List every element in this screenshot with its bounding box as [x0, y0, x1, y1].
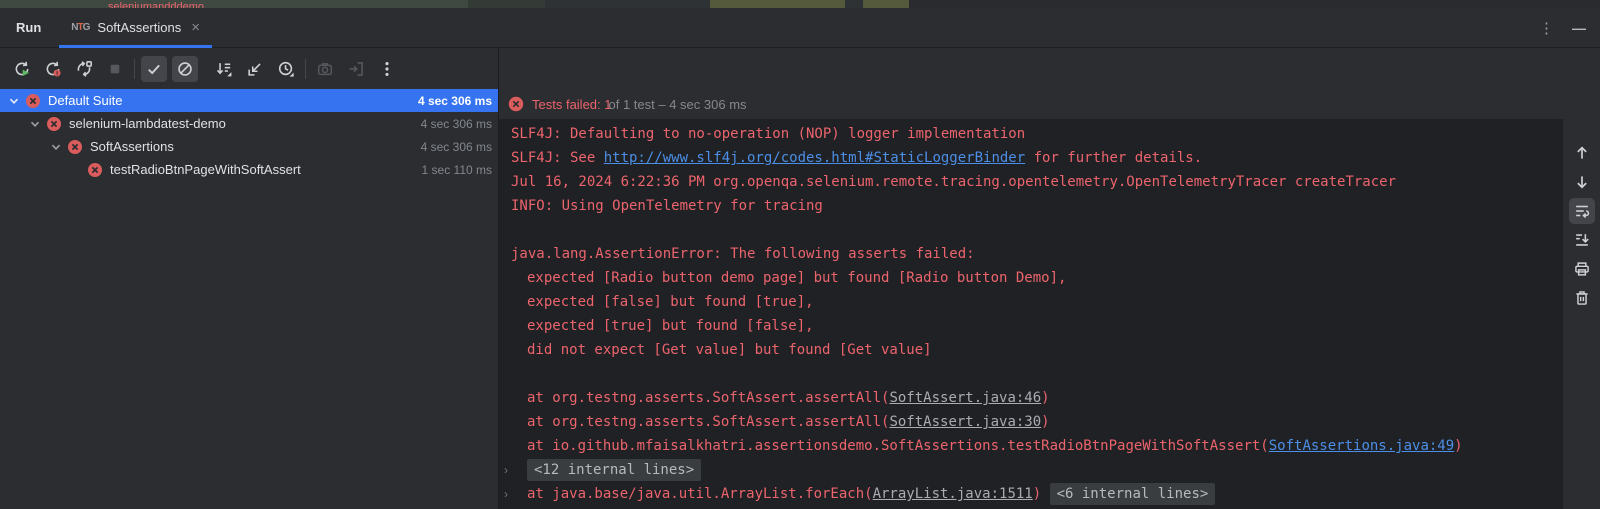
chevron-down-icon[interactable] — [6, 93, 22, 109]
chevron-down-icon[interactable] — [48, 139, 64, 155]
tree-row-label: selenium-lambdatest-demo — [69, 116, 226, 131]
more-actions-button[interactable] — [374, 56, 400, 82]
test-tree-panel: Default Suite 4 sec 306 ms selenium-lamb… — [0, 48, 499, 509]
console-line: expected [false] but found [true], — [527, 294, 814, 310]
stack-frame-link[interactable]: SoftAssert.java:46 — [889, 390, 1041, 406]
scroll-down-button[interactable] — [1569, 169, 1595, 195]
toolbar-separator — [305, 58, 306, 79]
tree-row-duration: 1 sec 110 ms — [421, 162, 492, 177]
tree-row-duration: 4 sec 306 ms — [420, 116, 492, 131]
stack-frame-link[interactable]: ArrayList.java:1511 — [873, 486, 1033, 502]
editor-top-sliver: seleniumandddemo — [0, 0, 1600, 8]
console-panel: Tests failed: 1 of 1 test – 4 sec 306 ms… — [499, 48, 1563, 509]
import-test-results-button[interactable] — [242, 56, 268, 82]
test-failed-icon — [67, 139, 83, 155]
stack-frame-link[interactable]: SoftAssertions.java:49 — [1269, 438, 1454, 454]
stop-button — [102, 56, 128, 82]
tree-row-selenium-lambdatest-demo[interactable]: selenium-lambdatest-demo 4 sec 306 ms — [0, 112, 498, 135]
screenshot-button — [312, 56, 338, 82]
clear-console-button[interactable] — [1569, 285, 1595, 311]
console-line: SLF4J: See http://www.slf4j.org/codes.ht… — [511, 150, 1203, 166]
tab-label: SoftAssertions — [97, 20, 182, 35]
fold-chevron-icon[interactable]: › — [504, 458, 508, 482]
console-line: › <12 internal lines> — [499, 458, 1563, 482]
tests-failed-icon — [508, 96, 524, 112]
soft-wrap-toggle[interactable] — [1568, 198, 1595, 224]
console-output[interactable]: SLF4J: Defaulting to no-operation (NOP) … — [499, 119, 1563, 509]
test-history-button[interactable] — [273, 56, 299, 82]
tree-row-label: testRadioBtnPageWithSoftAssert — [110, 162, 301, 177]
tests-summary: of 1 test – 4 sec 306 ms — [608, 96, 747, 112]
fold-chevron-icon[interactable]: › — [504, 482, 508, 506]
console-line: java.lang.AssertionError: The following … — [511, 246, 975, 262]
tests-failed-count: Tests failed: 1 — [532, 96, 612, 112]
rerun-button[interactable] — [9, 56, 35, 82]
testng-icon: NTG — [71, 22, 90, 33]
tree-row-duration: 4 sec 306 ms — [417, 93, 492, 108]
show-ignored-toggle[interactable] — [172, 55, 198, 82]
console-line: at org.testng.asserts.SoftAssert.assertA… — [527, 390, 1050, 406]
sort-by-duration-button[interactable] — [211, 56, 237, 82]
console-line: › at java.base/java.util.ArrayList.forEac… — [499, 482, 1563, 506]
test-results-tree: Default Suite 4 sec 306 ms selenium-lamb… — [0, 89, 498, 509]
console-line: did not expect [Get value] but found [Ge… — [527, 342, 932, 358]
chevron-down-icon[interactable] — [27, 116, 43, 132]
tool-window-title: Run — [16, 20, 42, 35]
run-toolbar — [0, 48, 498, 89]
folded-lines-badge[interactable]: <6 internal lines> — [1049, 483, 1216, 505]
console-line: at org.testng.asserts.SoftAssert.assertA… — [527, 414, 1050, 430]
tree-row-duration: 4 sec 306 ms — [420, 139, 492, 154]
tab-active-underline — [59, 45, 212, 48]
tree-row-softassertions[interactable]: SoftAssertions 4 sec 306 ms — [0, 135, 498, 158]
folded-lines-badge[interactable]: <12 internal lines> — [527, 459, 702, 481]
console-line: expected [Radio button demo page] but fo… — [527, 270, 1067, 286]
close-icon[interactable]: × — [191, 20, 200, 35]
minimize-icon[interactable]: — — [1572, 20, 1586, 36]
console-line: SLF4J: Defaulting to no-operation (NOP) … — [511, 126, 1026, 142]
console-line: expected [true] but found [false], — [527, 318, 814, 334]
tree-row-label: Default Suite — [48, 93, 123, 108]
console-side-toolbar — [1563, 48, 1600, 509]
test-failed-icon — [25, 93, 41, 109]
open-results-in-editor-button — [343, 56, 369, 82]
tree-row-default-suite[interactable]: Default Suite 4 sec 306 ms — [0, 89, 498, 112]
tab-softassertions[interactable]: NTG SoftAssertions × — [59, 8, 212, 48]
test-failed-icon — [46, 116, 62, 132]
more-options-icon[interactable]: ⋮ — [1539, 19, 1554, 37]
tree-row-test-method[interactable]: testRadioBtnPageWithSoftAssert 1 sec 110… — [0, 158, 498, 181]
test-failed-icon — [87, 162, 103, 178]
show-passed-toggle[interactable] — [141, 55, 167, 82]
tool-window-header: Run NTG SoftAssertions × ⋮ — — [0, 8, 1600, 48]
console-line: Jul 16, 2024 6:22:36 PM org.openqa.selen… — [511, 174, 1397, 190]
stack-frame-link[interactable]: SoftAssert.java:30 — [889, 414, 1041, 430]
print-button[interactable] — [1569, 256, 1595, 282]
editor-selection-highlight — [863, 0, 909, 8]
run-tool-window: seleniumandddemo Run NTG SoftAssertions … — [0, 0, 1600, 509]
test-result-status-bar: Tests failed: 1 of 1 test – 4 sec 306 ms — [499, 89, 1563, 119]
console-line: at io.github.mfaisalkhatri.assertionsdem… — [527, 438, 1463, 454]
console-line: INFO: Using OpenTelemetry for tracing — [511, 198, 823, 214]
hyperlink[interactable]: http://www.slf4j.org/codes.html#StaticLo… — [604, 150, 1025, 166]
tree-row-label: SoftAssertions — [90, 139, 174, 154]
toolbar-separator — [134, 58, 135, 79]
rerun-failed-tests-button[interactable] — [40, 56, 66, 82]
scroll-up-button[interactable] — [1569, 140, 1595, 166]
editor-selection-highlight — [710, 0, 845, 8]
toggle-auto-test-button[interactable] — [71, 56, 97, 82]
scroll-to-end-toggle[interactable] — [1569, 227, 1595, 253]
